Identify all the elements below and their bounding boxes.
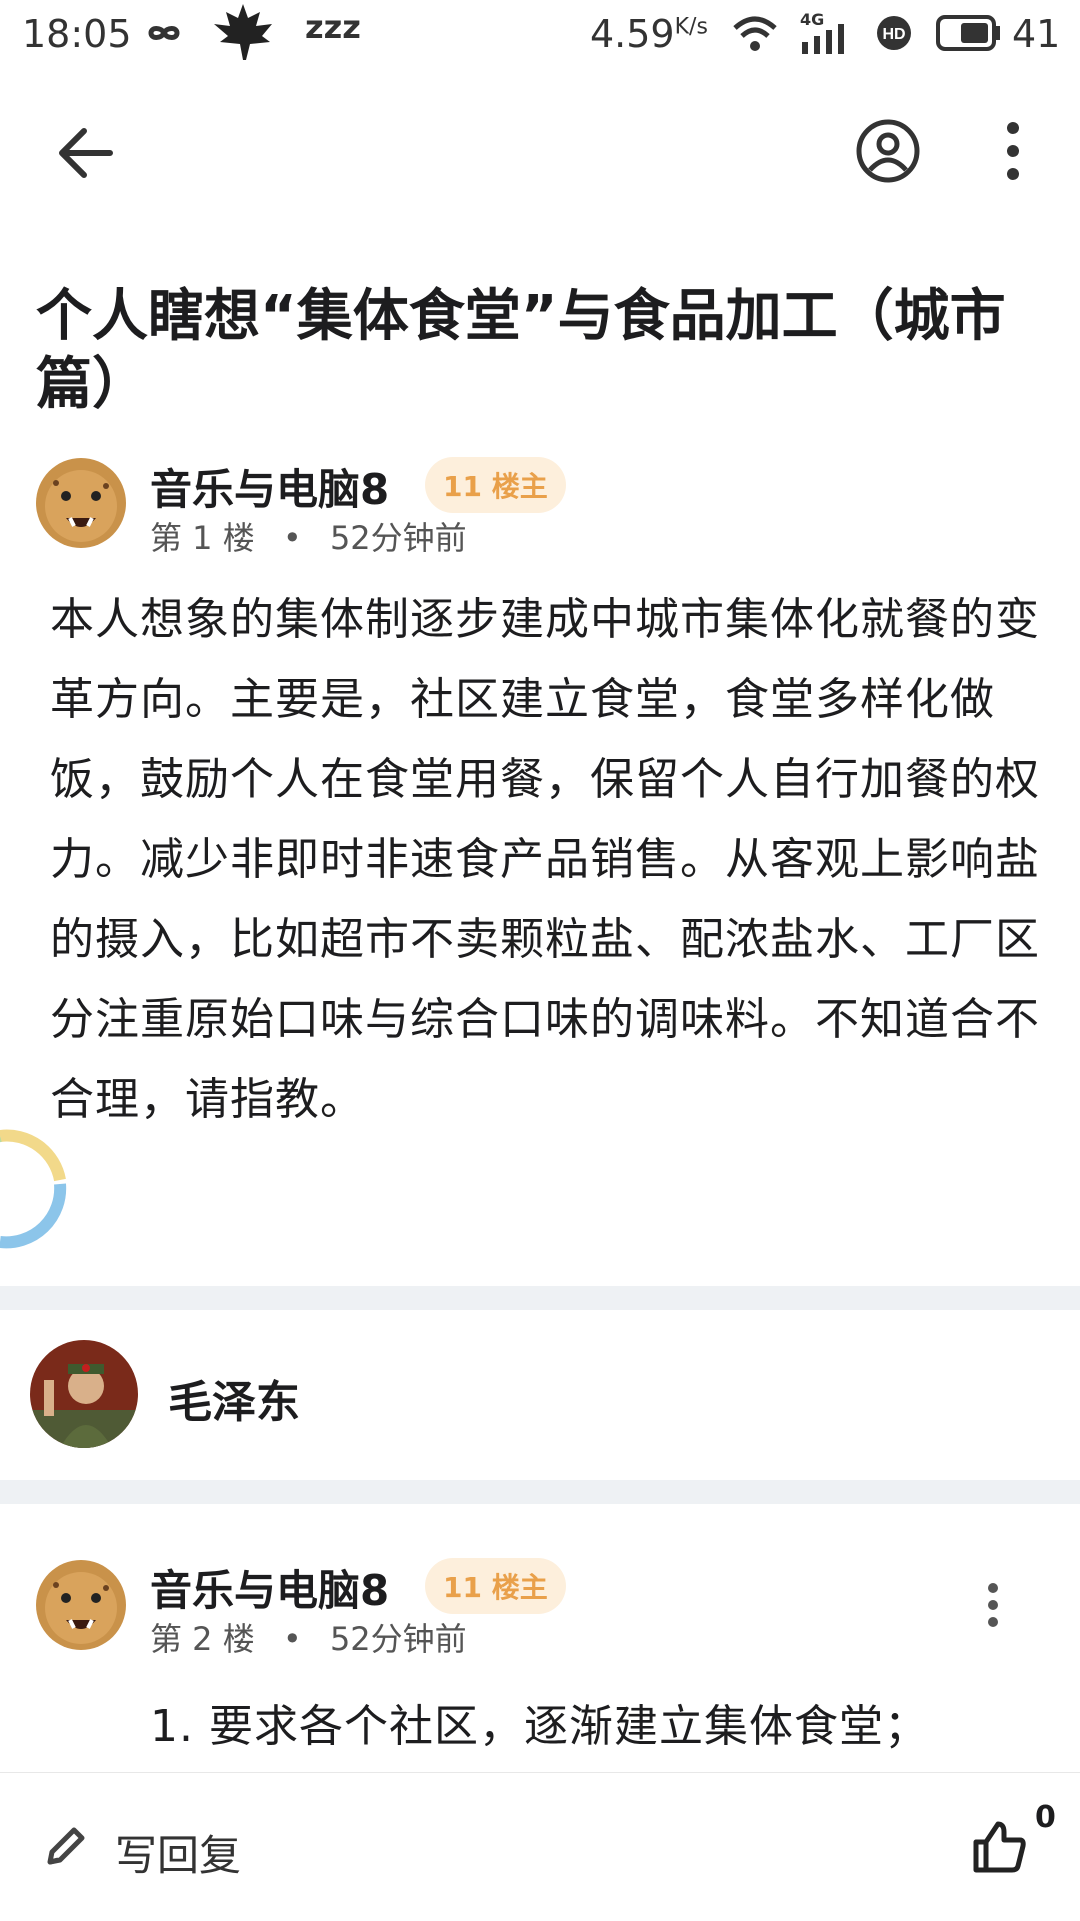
floor-number: 第 2 楼 [150,1620,255,1658]
svg-text:HD: HD [882,26,905,43]
avatar[interactable] [36,458,126,548]
loading-spinner-icon [0,1129,67,1249]
post-time: 52分钟前 [329,519,467,557]
signal-icon [802,24,844,54]
post-body: 本人想象的集体制逐步建成中城市集体化就餐的变革方向。主要是，社区建立食堂，食堂多… [50,594,1040,1125]
reply-author-name[interactable]: 音乐与电脑8 [150,1557,389,1618]
meta-separator: • [282,1620,302,1658]
floor-number: 第 1 楼 [150,519,255,557]
maple-leaf-icon [214,4,272,60]
section-divider [0,1480,1080,1504]
more-vertical-icon[interactable] [995,118,1031,184]
back-arrow-icon[interactable] [50,118,120,188]
post-title: 个人瞎想“集体食堂”与食品加工（城市篇） [36,284,1006,417]
thumbs-up-icon[interactable] [970,1818,1028,1876]
status-speed: 4.59K/s [590,12,708,56]
reply-meta: 第 2 楼 • 52分钟前 [150,1614,467,1660]
section-divider [0,1286,1080,1310]
write-reply-button[interactable]: 写回复 [30,1800,330,1890]
profile-icon[interactable] [855,118,921,184]
pencil-icon [47,1827,85,1865]
infinity-icon [148,26,180,40]
reply-body: 1. 要求各个社区，逐渐建立集体食堂； [150,1701,929,1752]
post-meta: 第 1 楼 • 52分钟前 [150,513,467,559]
battery-icon [936,15,1000,51]
more-vertical-icon[interactable] [978,1580,1008,1630]
user-name[interactable]: 毛泽东 [168,1366,300,1430]
reply-time: 52分钟前 [329,1620,467,1658]
status-time: 18:05 [22,12,132,56]
write-reply-label: 写回复 [115,1831,242,1880]
status-bar: 18:05 zzz 4.59K/s 4G HD 41 [0,0,1080,70]
op-badge: 11 楼主 [425,457,566,513]
status-zzz: zzz [305,8,361,46]
hd-icon: HD [877,16,911,50]
wifi-icon [733,16,777,51]
like-count: 0 [1035,1800,1056,1835]
avatar[interactable] [36,1560,126,1650]
meta-separator: • [282,519,302,557]
battery-level: 41 [1012,12,1061,56]
author-name[interactable]: 音乐与电脑8 [150,456,389,517]
op-badge: 11 楼主 [425,1558,566,1614]
user-avatar[interactable] [30,1340,138,1448]
